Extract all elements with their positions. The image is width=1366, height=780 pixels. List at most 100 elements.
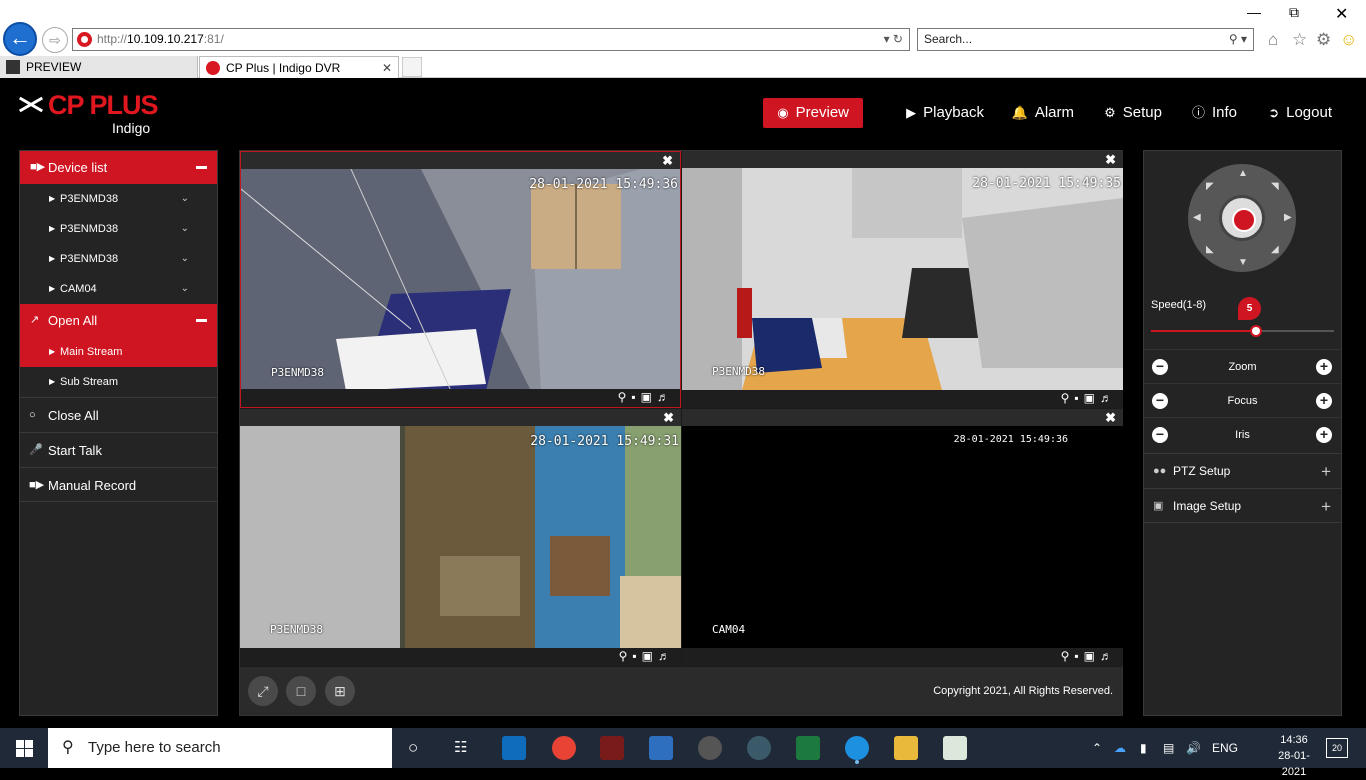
nav-preview[interactable]: ◉ Preview bbox=[763, 98, 863, 128]
zoom-out-button[interactable]: − bbox=[1152, 359, 1168, 375]
collapse-icon[interactable] bbox=[196, 319, 207, 322]
taskbar-search-input[interactable]: ⚲ Type here to search bbox=[48, 728, 392, 768]
file-explorer-icon[interactable] bbox=[894, 736, 918, 760]
video-cell[interactable]: ✖ 28-01-2021 15:49:31 P3ENMD38 ⚲▪▣♬ bbox=[240, 409, 681, 666]
snapshot-icon[interactable]: ▣ bbox=[642, 649, 658, 663]
chevron-up-icon[interactable]: ⌃ bbox=[1092, 728, 1102, 768]
cortana-icon[interactable]: ○ bbox=[408, 728, 418, 768]
excel-icon[interactable] bbox=[796, 736, 820, 760]
chevron-down-icon[interactable]: ⌄ bbox=[181, 244, 189, 274]
nav-playback[interactable]: ▶ Playback bbox=[906, 98, 984, 128]
browser-search-input[interactable]: Search... ⚲ ▾ bbox=[917, 28, 1254, 51]
chevron-down-icon[interactable]: ⌄ bbox=[181, 274, 189, 304]
zoom-icon[interactable]: ⚲ bbox=[1061, 391, 1075, 405]
close-video-icon[interactable]: ✖ bbox=[663, 409, 674, 426]
task-view-icon[interactable]: ☷ bbox=[454, 728, 467, 768]
audio-icon[interactable]: ♬ bbox=[657, 390, 674, 404]
app-sheet-icon[interactable] bbox=[943, 736, 967, 760]
home-icon[interactable]: ⌂ bbox=[1268, 30, 1278, 50]
clock[interactable]: 14:36 28-01-2021 bbox=[1266, 732, 1322, 780]
snapshot-icon[interactable]: ▣ bbox=[1084, 391, 1100, 405]
record-icon[interactable]: ▪ bbox=[632, 649, 641, 663]
app-76-icon[interactable] bbox=[600, 736, 624, 760]
arrow-up-icon[interactable]: ▲ bbox=[1238, 168, 1248, 179]
record-icon[interactable]: ▪ bbox=[1074, 391, 1083, 405]
nav-info[interactable]: ⓘ Info bbox=[1192, 98, 1237, 128]
expand-plus-icon[interactable]: + bbox=[1321, 454, 1331, 489]
device-item[interactable]: ▶ P3ENMD38 ⌄ bbox=[20, 184, 217, 214]
close-video-icon[interactable]: ✖ bbox=[662, 152, 673, 169]
language-indicator[interactable]: ENG bbox=[1212, 728, 1238, 768]
device-item[interactable]: ▶ P3ENMD38 ⌄ bbox=[20, 214, 217, 244]
audio-icon[interactable]: ♬ bbox=[658, 649, 675, 663]
image-setup-row[interactable]: ▣ Image Setup + bbox=[1144, 488, 1341, 523]
address-bar[interactable]: http://10.109.10.217:81/ ▾ ↻ bbox=[72, 28, 910, 51]
nav-alarm[interactable]: 🔔 Alarm bbox=[1012, 98, 1074, 128]
onedrive-icon[interactable]: ☁ bbox=[1114, 728, 1126, 768]
iris-plus-button[interactable]: + bbox=[1316, 427, 1332, 443]
record-icon[interactable]: ▪ bbox=[631, 390, 640, 404]
ptz-setup-row[interactable]: ●● PTZ Setup + bbox=[1144, 453, 1341, 488]
device-item[interactable]: ▶ P3ENMD38 ⌄ bbox=[20, 244, 217, 274]
video-feed[interactable]: 28-01-2021 15:49:36 CAM04 bbox=[682, 426, 1123, 648]
search-icon[interactable]: ⚲ ▾ bbox=[1229, 29, 1247, 50]
close-tab-icon[interactable]: ✕ bbox=[382, 57, 392, 79]
video-feed[interactable]: 28-01-2021 15:49:31 P3ENMD38 bbox=[240, 426, 681, 648]
collapse-icon[interactable] bbox=[196, 166, 207, 169]
close-window-button[interactable]: ✕ bbox=[1335, 4, 1348, 24]
single-view-button[interactable]: □ bbox=[286, 676, 316, 706]
settings-gear-icon[interactable]: ⚙ bbox=[1316, 30, 1331, 50]
speed-slider[interactable] bbox=[1151, 325, 1334, 337]
focus-minus-button[interactable]: − bbox=[1152, 393, 1168, 409]
volume-icon[interactable]: 🔊 bbox=[1186, 728, 1201, 768]
forward-button[interactable]: ⇨ bbox=[42, 27, 68, 53]
audio-icon[interactable]: ♬ bbox=[1100, 391, 1117, 405]
fullscreen-button[interactable]: ⤢ bbox=[248, 676, 278, 706]
snapshot-icon[interactable]: ▣ bbox=[641, 390, 657, 404]
speed-slider-handle[interactable] bbox=[1250, 325, 1262, 337]
nav-setup[interactable]: ⚙ Setup bbox=[1104, 98, 1162, 128]
close-video-icon[interactable]: ✖ bbox=[1105, 151, 1116, 168]
arrow-downright-icon[interactable]: ◢ bbox=[1271, 244, 1279, 255]
arrow-upleft-icon[interactable]: ◤ bbox=[1206, 181, 1214, 192]
record-icon[interactable]: ▪ bbox=[1074, 649, 1083, 663]
device-item[interactable]: ▶ CAM04 ⌄ bbox=[20, 274, 217, 304]
snapshot-icon[interactable]: ▣ bbox=[1084, 649, 1100, 663]
video-feed[interactable]: 28-01-2021 15:49:35 P3ENMD38 bbox=[682, 168, 1123, 390]
nav-logout[interactable]: ➲ Logout bbox=[1268, 98, 1332, 128]
iris-minus-button[interactable]: − bbox=[1152, 427, 1168, 443]
refresh-icon[interactable]: ▾ ↻ bbox=[884, 29, 903, 50]
restore-button[interactable]: ⧉ bbox=[1289, 4, 1299, 21]
outlook-icon[interactable] bbox=[502, 736, 526, 760]
manual-record-button[interactable]: ■▶ Manual Record bbox=[20, 467, 217, 502]
tab-preview[interactable]: PREVIEW bbox=[0, 56, 198, 78]
quad-view-button[interactable]: ⊞ bbox=[325, 676, 355, 706]
focus-plus-button[interactable]: + bbox=[1316, 393, 1332, 409]
favorites-star-icon[interactable]: ☆ bbox=[1292, 30, 1307, 50]
start-talk-button[interactable]: 🎤 Start Talk bbox=[20, 432, 217, 467]
close-all-button[interactable]: ○ Close All bbox=[20, 397, 217, 432]
audio-icon[interactable]: ♬ bbox=[1100, 649, 1117, 663]
device-list-header[interactable]: ■▶ Device list bbox=[20, 151, 217, 184]
notification-center-button[interactable]: 20 bbox=[1326, 738, 1348, 758]
arrow-right-icon[interactable]: ▶ bbox=[1284, 212, 1292, 223]
chevron-down-icon[interactable]: ⌄ bbox=[181, 184, 189, 214]
app-window-icon[interactable] bbox=[649, 736, 673, 760]
start-button[interactable] bbox=[0, 728, 48, 768]
chrome-icon[interactable] bbox=[552, 736, 576, 760]
arrow-left-icon[interactable]: ◀ bbox=[1193, 212, 1201, 223]
arrow-upright-icon[interactable]: ◥ bbox=[1271, 181, 1279, 192]
video-cell[interactable]: ✖ 28-01-2021 15:49:36 CAM04 ⚲▪▣♬ bbox=[682, 409, 1123, 666]
ptz-center-button[interactable] bbox=[1219, 195, 1265, 241]
tab-cpplus[interactable]: CP Plus | Indigo DVR ✕ bbox=[199, 56, 399, 78]
back-button[interactable]: ← bbox=[3, 22, 37, 56]
open-all-header[interactable]: ↗ Open All bbox=[20, 304, 217, 337]
zoom-icon[interactable]: ⚲ bbox=[619, 649, 633, 663]
chevron-down-icon[interactable]: ⌄ bbox=[181, 214, 189, 244]
video-cell[interactable]: ✖ 28-01-2021 15:49:35 P3ENMD38 ⚲▪▣♬ bbox=[682, 151, 1123, 408]
arrow-down-icon[interactable]: ▼ bbox=[1238, 257, 1248, 268]
feedback-smiley-icon[interactable]: ☺ bbox=[1340, 30, 1357, 50]
internet-explorer-icon[interactable] bbox=[845, 736, 869, 760]
expand-plus-icon[interactable]: + bbox=[1321, 489, 1331, 524]
arrow-downleft-icon[interactable]: ◣ bbox=[1206, 244, 1214, 255]
